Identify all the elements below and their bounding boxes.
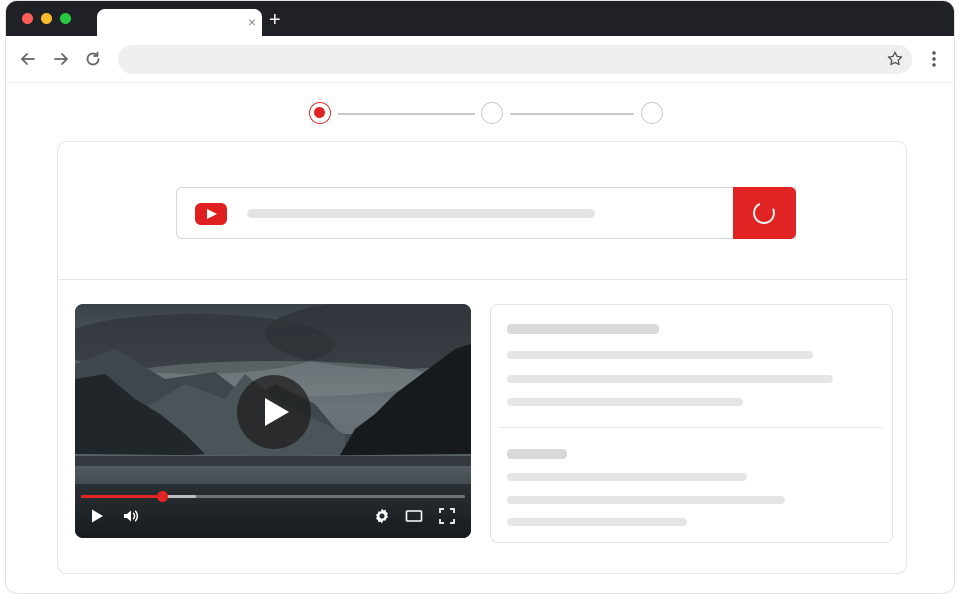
back-icon[interactable] (18, 49, 38, 69)
title-bar: × + (6, 1, 954, 37)
maximize-window-button[interactable] (60, 13, 71, 24)
main-card (57, 141, 907, 574)
details-subtitle-skeleton (507, 449, 567, 459)
tab-close-icon[interactable]: × (248, 13, 256, 31)
details-line-skeleton (507, 351, 813, 359)
fullscreen-icon[interactable] (438, 507, 456, 525)
step-1-active (309, 102, 331, 124)
loading-spinner-icon (749, 198, 779, 228)
video-player[interactable] (75, 304, 471, 538)
play-icon[interactable] (88, 507, 106, 525)
address-bar[interactable] (118, 45, 912, 74)
browser-window: × + (5, 0, 955, 594)
video-details-panel (490, 304, 893, 543)
star-icon[interactable] (886, 50, 904, 68)
step-connector (338, 113, 475, 115)
progress-scrubber[interactable] (156, 491, 168, 502)
menu-icon[interactable] (925, 49, 943, 69)
forward-icon[interactable] (51, 49, 71, 69)
details-divider (499, 427, 882, 428)
browser-toolbar (6, 36, 954, 83)
submit-button[interactable] (733, 187, 796, 239)
step-2 (481, 102, 503, 124)
video-url-input[interactable] (176, 187, 796, 239)
settings-icon[interactable] (373, 507, 391, 525)
details-line-skeleton (507, 375, 833, 383)
browser-tab[interactable]: × (97, 9, 262, 37)
reload-icon[interactable] (83, 49, 103, 69)
step-connector (510, 113, 634, 115)
url-placeholder-skeleton (247, 209, 595, 218)
progress-fill (81, 495, 162, 498)
details-line-skeleton (507, 496, 785, 504)
details-title-skeleton (507, 324, 659, 334)
big-play-button[interactable] (237, 375, 311, 449)
details-line-skeleton (507, 518, 687, 526)
youtube-logo-icon (195, 203, 227, 225)
volume-icon[interactable] (122, 507, 140, 525)
step-indicator (6, 83, 954, 141)
new-tab-button[interactable]: + (269, 9, 281, 31)
details-line-skeleton (507, 398, 743, 406)
theater-icon[interactable] (405, 507, 423, 525)
step-3 (641, 102, 663, 124)
close-window-button[interactable] (22, 13, 33, 24)
progress-bar[interactable] (81, 491, 465, 502)
url-search-section (58, 142, 906, 280)
minimize-window-button[interactable] (41, 13, 52, 24)
details-line-skeleton (507, 473, 747, 481)
